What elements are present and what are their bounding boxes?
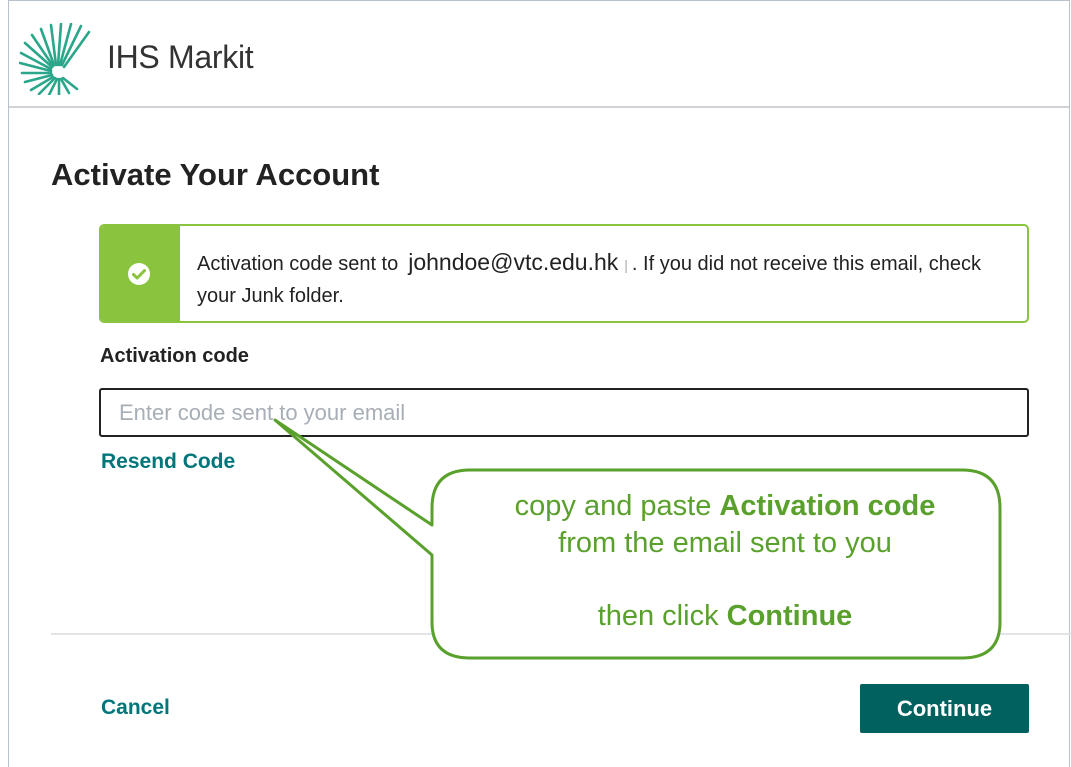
alert-icon-strip xyxy=(101,226,180,321)
header-bar: IHS Markit xyxy=(9,1,1069,108)
callout-line1-prefix: copy and paste xyxy=(514,490,712,522)
resend-code-link[interactable]: Resend Code xyxy=(101,450,235,474)
brand-name: IHS Markit xyxy=(107,39,254,75)
alert-message: Activation code sent to johndoe@vtc.edu.h… xyxy=(197,247,1017,312)
callout-line2: from the email sent to you xyxy=(558,527,892,559)
continue-button[interactable]: Continue xyxy=(860,684,1029,733)
callout-line3-prefix: then click xyxy=(597,600,719,632)
alert-separator: | xyxy=(624,257,628,273)
alert-text-before: Activation code sent to xyxy=(197,253,399,275)
activation-code-label: Activation code xyxy=(100,345,249,367)
page-title: Activate Your Account xyxy=(51,157,380,192)
callout-line3: then click Continue xyxy=(440,598,1010,635)
activation-code-input[interactable] xyxy=(99,388,1029,437)
callout-line1-bold: Activation code xyxy=(719,490,936,522)
activation-dialog: IHS Markit Activate Your Account Activat… xyxy=(8,0,1071,767)
callout-text: copy and paste Activation code from the … xyxy=(440,488,1010,635)
cancel-link[interactable]: Cancel xyxy=(101,696,170,720)
success-alert: Activation code sent to johndoe@vtc.edu.h… xyxy=(99,224,1029,323)
ihs-markit-logo-icon xyxy=(19,23,91,95)
check-circle-icon xyxy=(128,263,150,285)
callout-line3-bold: Continue xyxy=(726,600,853,632)
alert-email: johndoe@vtc.edu.hk xyxy=(408,249,619,275)
